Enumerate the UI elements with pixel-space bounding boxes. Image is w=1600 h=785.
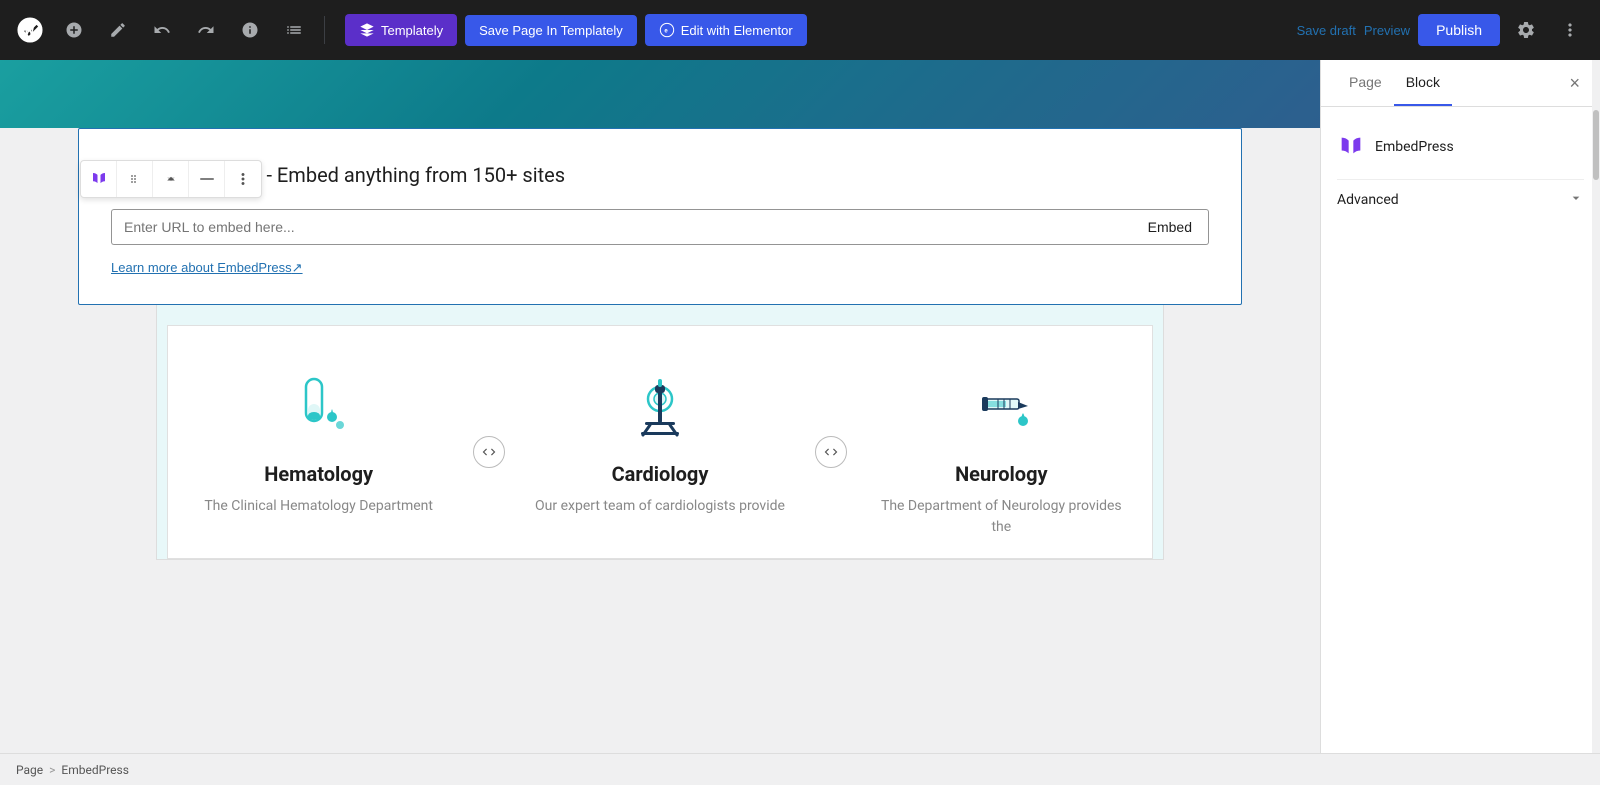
tools-button[interactable]	[100, 12, 136, 48]
advanced-label: Advanced	[1337, 192, 1399, 208]
embedpress-block: EmbedPress - Embed anything from 150+ si…	[78, 128, 1242, 305]
sidebar-tab-group: Page Block	[1337, 60, 1452, 106]
save-draft-button[interactable]: Save draft	[1297, 23, 1356, 38]
main-toolbar: W Templately Save Page In Templately e E…	[0, 0, 1600, 60]
learn-more-link[interactable]: Learn more about EmbedPress↗	[111, 260, 303, 276]
toolbar-divider-1	[324, 16, 325, 44]
header-image	[0, 60, 1320, 128]
chevron-down-icon	[1568, 190, 1584, 210]
breadcrumb-current: EmbedPress	[61, 763, 129, 777]
svg-text:e: e	[664, 29, 668, 35]
nav-arrow-left-1[interactable]	[473, 436, 505, 468]
editor-area[interactable]: EmbedPress - Embed anything from 150+ si…	[0, 60, 1320, 753]
sidebar-scrollbar	[1592, 60, 1600, 753]
embed-input-row: Embed	[111, 209, 1209, 245]
toolbar-right: Save draft Preview Publish	[1297, 12, 1588, 48]
breadcrumb-page: Page	[16, 763, 43, 777]
redo-button[interactable]	[188, 12, 224, 48]
move-handle-btn[interactable]	[117, 161, 153, 197]
preview-button[interactable]: Preview	[1364, 23, 1410, 38]
hematology-title: Hematology	[192, 462, 445, 486]
card-divider-2	[811, 346, 851, 558]
embedpress-title-row: EmbedPress - Embed anything from 150+ si…	[111, 161, 1209, 189]
neurology-icon	[875, 366, 1128, 446]
sidebar-scrollbar-thumb	[1593, 110, 1599, 180]
breadcrumb: Page > EmbedPress	[0, 753, 1600, 785]
right-sidebar: Page Block × EmbedPress Advanced	[1320, 60, 1600, 753]
undo-button[interactable]	[144, 12, 180, 48]
embed-url-input[interactable]	[111, 209, 1132, 245]
medical-card-hematology: Hematology The Clinical Hematology Depar…	[168, 346, 469, 558]
cardiology-title: Cardiology	[533, 462, 786, 486]
move-up-down-btn[interactable]	[153, 161, 189, 197]
cardiology-icon	[533, 366, 786, 446]
main-layout: EmbedPress - Embed anything from 150+ si…	[0, 60, 1600, 753]
more-options-button[interactable]	[1552, 12, 1588, 48]
cardiology-desc: Our expert team of cardiologists provide	[533, 496, 786, 517]
tab-page[interactable]: Page	[1337, 60, 1394, 106]
embedpress-sidebar-label: EmbedPress	[1375, 139, 1454, 155]
neurology-desc: The Department of Neurology provides the	[875, 496, 1128, 538]
block-toolbar	[80, 160, 262, 198]
hematology-desc: The Clinical Hematology Department	[192, 496, 445, 517]
sidebar-content: EmbedPress Advanced	[1321, 107, 1600, 753]
save-page-templately-button[interactable]: Save Page In Templately	[465, 15, 637, 46]
sidebar-close-button[interactable]: ×	[1565, 69, 1584, 98]
nav-arrow-right-1[interactable]	[815, 436, 847, 468]
list-view-button[interactable]	[276, 12, 312, 48]
advanced-row[interactable]: Advanced	[1337, 179, 1584, 220]
hematology-icon	[192, 366, 445, 446]
medical-card-neurology: Neurology The Department of Neurology pr…	[851, 346, 1152, 558]
settings-button[interactable]	[1508, 12, 1544, 48]
embedpress-sidebar-item: EmbedPress	[1337, 123, 1584, 171]
info-button[interactable]	[232, 12, 268, 48]
breadcrumb-separator: >	[49, 763, 55, 777]
wp-logo[interactable]: W	[12, 12, 48, 48]
medical-card-cardiology: Cardiology Our expert team of cardiologi…	[509, 346, 810, 558]
embedpress-sidebar-icon	[1337, 133, 1365, 161]
medical-section: Hematology The Clinical Hematology Depar…	[156, 305, 1164, 560]
block-logo-btn[interactable]	[81, 161, 117, 197]
edit-elementor-button[interactable]: e Edit with Elementor	[645, 14, 807, 46]
align-btn[interactable]	[189, 161, 225, 197]
publish-button[interactable]: Publish	[1418, 14, 1500, 46]
neurology-title: Neurology	[875, 462, 1128, 486]
templately-button[interactable]: Templately	[345, 14, 457, 46]
medical-cards: Hematology The Clinical Hematology Depar…	[168, 346, 1152, 558]
embed-button[interactable]: Embed	[1132, 209, 1209, 245]
sidebar-tabs: Page Block ×	[1321, 60, 1600, 107]
tab-block[interactable]: Block	[1394, 60, 1452, 106]
svg-text:W: W	[24, 24, 35, 38]
add-block-button[interactable]	[56, 12, 92, 48]
more-block-options-btn[interactable]	[225, 161, 261, 197]
card-divider-1	[469, 346, 509, 558]
medical-inner: Hematology The Clinical Hematology Depar…	[167, 325, 1153, 559]
